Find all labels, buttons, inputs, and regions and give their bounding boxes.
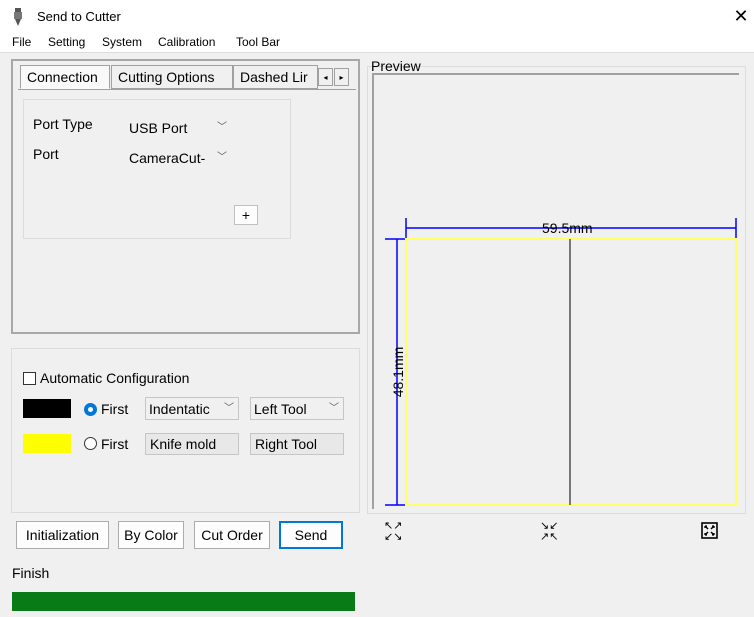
cut-area-frame [405, 238, 737, 506]
add-port-button[interactable]: + [234, 205, 258, 225]
layer-color-swatch-black [23, 399, 71, 418]
chevron-down-icon: ﹀ [217, 122, 227, 133]
tab-scroll-right-button[interactable]: ▸ [334, 68, 349, 86]
menu-setting[interactable]: Setting [48, 35, 85, 49]
preview-canvas[interactable]: 59.5mm 48.1mm [367, 66, 747, 516]
tab-dashed-line[interactable]: Dashed Lir [233, 65, 318, 89]
port-select[interactable]: CameraCut- ﹀ [125, 146, 232, 168]
collapse-icon[interactable]: ↘↙ ↗↖ [540, 521, 558, 543]
first-label: First [101, 401, 129, 417]
send-button[interactable]: Send [279, 521, 343, 549]
menu-bar: File Setting System Calibration Tool Bar [0, 34, 754, 52]
width-dimension-label: 59.5mm [542, 220, 593, 236]
tab-panel-border [11, 59, 360, 61]
menu-separator [0, 52, 754, 53]
progress-bar-fill [12, 592, 355, 611]
expand-icon[interactable]: ↖↗ ↙↘ [384, 521, 402, 543]
menu-calibration[interactable]: Calibration [158, 35, 215, 49]
fit-icon[interactable] [701, 522, 718, 539]
port-type-select[interactable]: USB Port ﹀ [125, 116, 232, 138]
chevron-down-icon: ﹀ [329, 403, 339, 414]
by-color-button[interactable]: By Color [118, 521, 184, 549]
mode-select-black[interactable]: Indentatic ﹀ [145, 397, 239, 420]
tool-select-black[interactable]: Left Tool ﹀ [250, 397, 344, 420]
port-value: CameraCut- [129, 150, 206, 166]
automatic-configuration-label: Automatic Configuration [40, 370, 190, 386]
height-dimension-label: 48.1mm [390, 347, 406, 398]
close-icon[interactable]: ✕ [730, 4, 752, 28]
cut-order-button[interactable]: Cut Order [194, 521, 270, 549]
menu-toolbar[interactable]: Tool Bar [236, 35, 280, 49]
automatic-configuration-checkbox[interactable] [23, 372, 36, 385]
port-label: Port [33, 146, 59, 162]
chevron-down-icon: ﹀ [217, 152, 227, 163]
menu-system[interactable]: System [102, 35, 142, 49]
tool-field-yellow[interactable]: Right Tool [250, 433, 344, 455]
port-type-value: USB Port [129, 120, 188, 136]
status-text: Finish [12, 565, 50, 581]
tool-value: Left Tool [254, 401, 307, 417]
tab-connection[interactable]: Connection [20, 65, 110, 89]
tab-scroll-left-button[interactable]: ◂ [318, 68, 333, 86]
mode-value: Indentatic [149, 401, 210, 417]
tab-cutting-options[interactable]: Cutting Options [111, 65, 233, 89]
port-type-label: Port Type [33, 116, 93, 132]
app-icon [14, 8, 22, 26]
first-radio-yellow[interactable] [84, 437, 97, 450]
mode-field-yellow[interactable]: Knife mold [145, 433, 239, 455]
initialization-button[interactable]: Initialization [16, 521, 109, 549]
window-title: Send to Cutter [37, 9, 121, 24]
first-radio-black[interactable] [84, 403, 97, 416]
chevron-down-icon: ﹀ [224, 403, 234, 414]
first-label: First [101, 436, 129, 452]
layer-color-swatch-yellow [23, 434, 71, 453]
menu-file[interactable]: File [12, 35, 31, 49]
